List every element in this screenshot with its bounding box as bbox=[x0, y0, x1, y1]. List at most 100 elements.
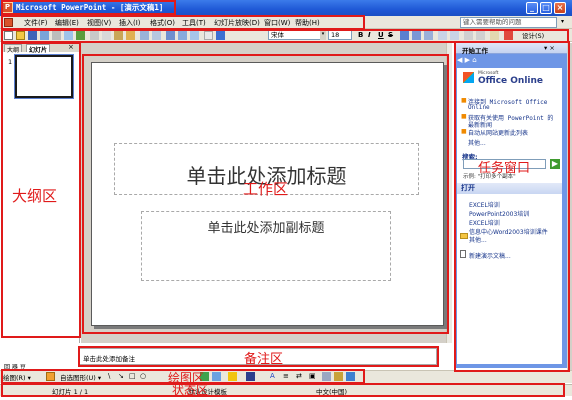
draw-menu-button[interactable]: 绘图(R) ▾ bbox=[3, 372, 31, 382]
open-more-link[interactable]: 其他... bbox=[469, 235, 487, 244]
slide-thumbnail[interactable] bbox=[14, 54, 74, 99]
zoom-icon[interactable] bbox=[204, 31, 213, 40]
select-objects-icon[interactable] bbox=[46, 372, 55, 381]
open-icon[interactable] bbox=[16, 31, 25, 40]
line-color-icon[interactable] bbox=[246, 372, 255, 381]
3d-style-icon[interactable] bbox=[322, 372, 331, 381]
help-dropdown-arrow[interactable]: ▾ bbox=[561, 18, 564, 25]
menu-window[interactable]: 窗口(W) bbox=[264, 18, 290, 28]
link-more[interactable]: 其他... bbox=[468, 138, 486, 147]
design-button[interactable]: 设计(S) bbox=[522, 30, 544, 40]
menu-view[interactable]: 视图(V) bbox=[87, 18, 111, 28]
office-logo-icon bbox=[463, 72, 474, 83]
tab-outline[interactable]: 大纲 bbox=[4, 44, 23, 54]
copy-icon[interactable] bbox=[102, 31, 111, 40]
recent-file[interactable]: PowerPoint2003培训 bbox=[469, 209, 529, 218]
bullets-icon[interactable] bbox=[450, 31, 459, 40]
task-pane-controls[interactable]: ▾ × bbox=[544, 44, 555, 52]
line-icon[interactable]: \ bbox=[108, 372, 110, 380]
line-style-icon[interactable]: ≡ bbox=[283, 372, 289, 380]
new-presentation-link[interactable]: 新建演示文稿... bbox=[469, 251, 511, 260]
workspace-scrollbar[interactable] bbox=[446, 43, 452, 343]
font-color-button[interactable]: A bbox=[270, 372, 275, 380]
link-auto-update[interactable]: 自动从网站更新此列表 bbox=[468, 128, 528, 137]
folder-icon bbox=[460, 233, 468, 239]
print-preview-icon[interactable] bbox=[64, 31, 73, 40]
align-center-icon[interactable] bbox=[412, 31, 421, 40]
underline-button[interactable]: U bbox=[378, 31, 384, 39]
print-icon[interactable] bbox=[52, 31, 61, 40]
task-pane-scrollbar[interactable] bbox=[567, 43, 572, 370]
arrow-style-icon[interactable]: ⇄ bbox=[296, 372, 302, 380]
office-online-logo[interactable]: Office Online bbox=[478, 76, 543, 86]
insert-chart-icon[interactable] bbox=[166, 31, 175, 40]
bullet-icon: ■ bbox=[461, 128, 467, 135]
open-section-heading: 打开 bbox=[457, 183, 562, 194]
font-color-icon[interactable] bbox=[504, 31, 513, 40]
bold-button[interactable]: B bbox=[358, 31, 363, 39]
outline-pane-close-icon[interactable]: × bbox=[68, 43, 74, 51]
wordart-icon[interactable] bbox=[346, 372, 355, 381]
standard-toolbar: 宋体 ▾ 18 B I U S 设计(S) bbox=[0, 29, 572, 42]
menu-format[interactable]: 格式(O) bbox=[150, 18, 175, 28]
new-icon[interactable] bbox=[4, 31, 13, 40]
menu-edit[interactable]: 编辑(E) bbox=[55, 18, 79, 28]
align-right-icon[interactable] bbox=[424, 31, 433, 40]
tab-slides[interactable]: 幻灯片 bbox=[26, 44, 51, 54]
grayscale-icon[interactable] bbox=[190, 31, 199, 40]
italic-button[interactable]: I bbox=[368, 31, 371, 39]
powerpoint-app-icon[interactable]: P bbox=[2, 2, 13, 13]
menu-file[interactable]: 文件(F) bbox=[24, 18, 48, 28]
work-area-label: 工作区 bbox=[243, 180, 289, 198]
permission-icon[interactable] bbox=[40, 31, 49, 40]
shadow-style-icon[interactable]: ▣ bbox=[309, 372, 316, 380]
menu-help[interactable]: 帮助(H) bbox=[295, 18, 320, 28]
cut-icon[interactable] bbox=[90, 31, 99, 40]
spelling-icon[interactable] bbox=[76, 31, 85, 40]
numbering-icon[interactable] bbox=[438, 31, 447, 40]
document-icon[interactable] bbox=[4, 18, 13, 27]
font-name-dropdown-arrow[interactable]: ▾ bbox=[320, 30, 326, 40]
indent-icon[interactable] bbox=[490, 31, 499, 40]
menu-tools[interactable]: 工具(T) bbox=[182, 18, 206, 28]
outline-area-label: 大纲区 bbox=[12, 187, 58, 205]
oval-icon[interactable]: ○ bbox=[140, 372, 146, 380]
help-search-input[interactable]: 键入需要帮助的问题 bbox=[460, 17, 557, 28]
status-language: 中文(中国) bbox=[316, 388, 348, 396]
notes-area-label: 备注区 bbox=[244, 352, 284, 367]
align-left-icon[interactable] bbox=[400, 31, 409, 40]
font-size-box[interactable]: 18 bbox=[328, 30, 352, 40]
minimize-button[interactable]: _ bbox=[526, 2, 538, 14]
task-pane-nav-icons[interactable]: ◀ ▶ ⌂ bbox=[457, 56, 477, 64]
subtitle-placeholder-text[interactable]: 单击此处添加副标题 bbox=[141, 217, 391, 236]
menu-slideshow[interactable]: 幻灯片放映(D) bbox=[214, 18, 260, 28]
increase-font-icon[interactable] bbox=[464, 31, 473, 40]
shadow-icon[interactable] bbox=[334, 372, 343, 381]
shadow-button[interactable]: S bbox=[388, 31, 393, 39]
fill-color-icon[interactable] bbox=[228, 372, 237, 381]
recent-file[interactable]: EXCEL培训 bbox=[469, 218, 500, 227]
maximize-button[interactable]: □ bbox=[540, 2, 552, 14]
paste-icon[interactable] bbox=[114, 31, 123, 40]
menu-bar: 文件(F) 编辑(E) 视图(V) 插入(I) 格式(O) 工具(T) 幻灯片放… bbox=[0, 16, 572, 29]
menu-insert[interactable]: 插入(I) bbox=[119, 18, 141, 28]
undo-icon[interactable] bbox=[140, 31, 149, 40]
help-icon[interactable] bbox=[216, 31, 225, 40]
new-document-icon bbox=[460, 250, 466, 258]
autoshapes-button[interactable]: 自选图形(U) ▾ bbox=[60, 372, 101, 382]
view-buttons[interactable]: 回 器 豆 bbox=[4, 362, 26, 371]
close-button[interactable]: × bbox=[554, 2, 566, 14]
arrow-icon[interactable]: ↘ bbox=[118, 372, 124, 380]
search-go-icon[interactable]: ▶ bbox=[550, 159, 560, 169]
font-name-box[interactable]: 宋体 bbox=[268, 30, 326, 40]
insert-picture-icon[interactable] bbox=[212, 372, 221, 381]
rectangle-icon[interactable]: □ bbox=[129, 372, 136, 380]
redo-icon[interactable] bbox=[152, 31, 161, 40]
format-painter-icon[interactable] bbox=[126, 31, 135, 40]
save-icon[interactable] bbox=[28, 31, 37, 40]
decrease-font-icon[interactable] bbox=[476, 31, 485, 40]
link-connect-office-online-2[interactable]: Online bbox=[468, 104, 490, 111]
task-pane-title[interactable]: 开始工作 bbox=[462, 45, 488, 55]
recent-file[interactable]: EXCEL培训 bbox=[469, 200, 500, 209]
insert-table-icon[interactable] bbox=[178, 31, 187, 40]
